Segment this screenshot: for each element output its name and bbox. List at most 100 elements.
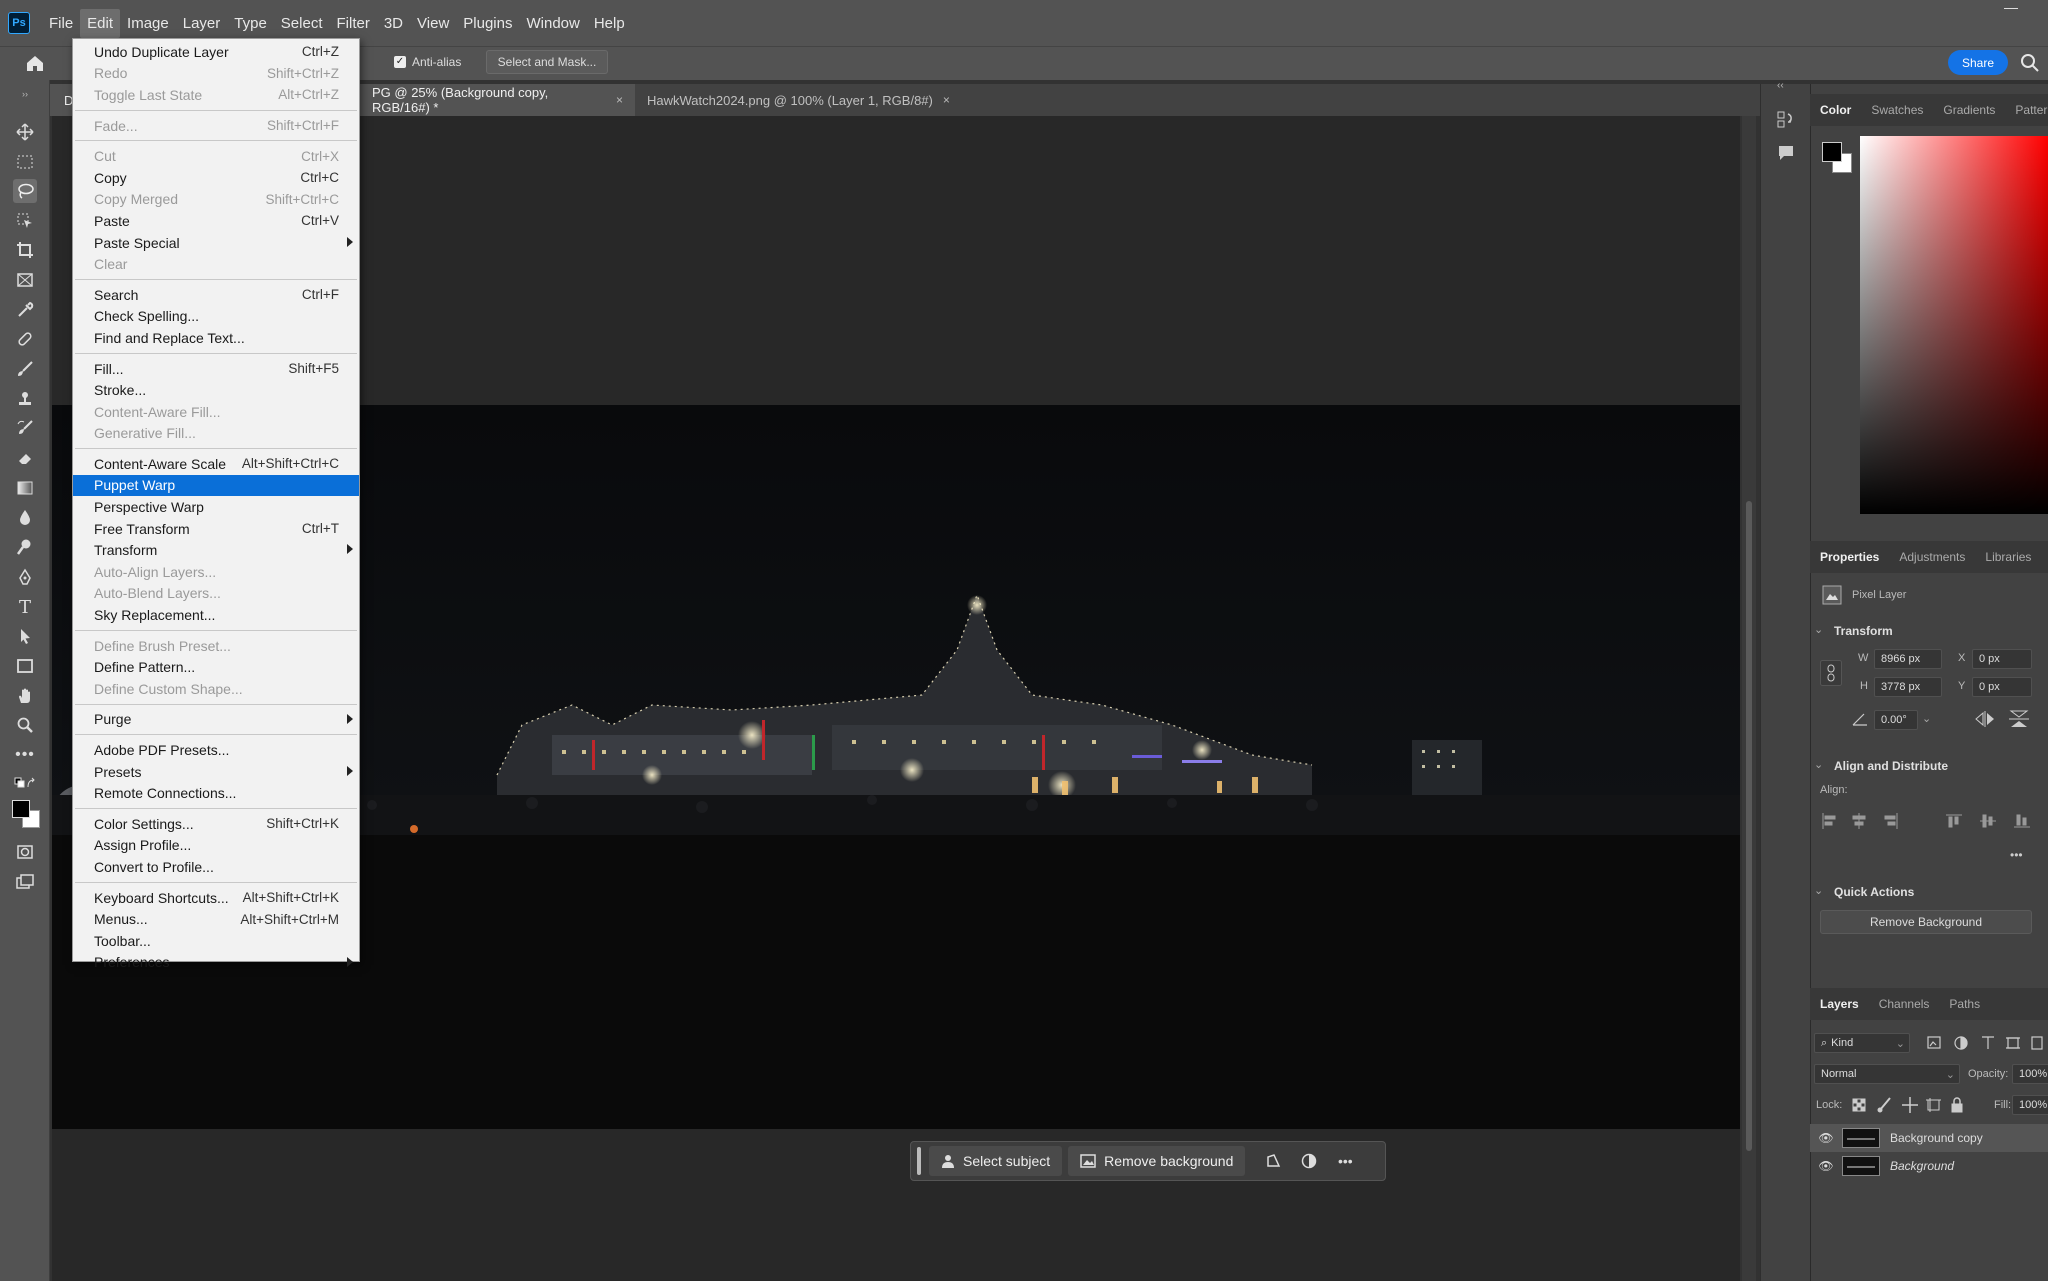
menu-view[interactable]: View: [410, 9, 456, 38]
align-vertical-center-icon[interactable]: [1980, 814, 1996, 828]
color-picker-field[interactable]: [1860, 136, 2048, 514]
tab-active-document-label[interactable]: PG @ 25% (Background copy, RGB/16#) * ×: [360, 84, 635, 116]
type-filter-icon[interactable]: [1982, 1036, 1994, 1049]
blend-mode-select[interactable]: Normal ⌄: [1814, 1064, 1960, 1084]
tab-hawkwatch[interactable]: HawkWatch2024.png @ 100% (Layer 1, RGB/8…: [635, 84, 962, 116]
minimize-icon[interactable]: [2004, 8, 2018, 9]
anti-alias-checkbox[interactable]: ✓ Anti-alias: [394, 55, 461, 69]
flip-vertical-icon[interactable]: [2008, 710, 2030, 728]
menu-select[interactable]: Select: [274, 9, 330, 38]
menu-image[interactable]: Image: [120, 9, 176, 38]
menu-filter[interactable]: Filter: [330, 9, 377, 38]
transform-icon[interactable]: [1259, 1147, 1287, 1175]
tab-paths[interactable]: Paths: [1939, 997, 1990, 1011]
rectangle-tool-icon[interactable]: [13, 654, 37, 678]
screen-mode-icon[interactable]: [13, 870, 37, 894]
menu-item-sky-replacement[interactable]: Sky Replacement...: [73, 604, 359, 626]
y-field[interactable]: 0 px: [1972, 677, 2032, 697]
lock-transparent-icon[interactable]: [1852, 1098, 1866, 1112]
scrollbar-thumb[interactable]: [1746, 501, 1752, 1151]
zoom-tool-icon[interactable]: [13, 713, 37, 737]
menu-help[interactable]: Help: [587, 9, 632, 38]
menu-item-fill[interactable]: Fill... Shift+F5: [73, 358, 359, 380]
lock-all-icon[interactable]: [1951, 1097, 1963, 1113]
tab-swatches[interactable]: Swatches: [1861, 103, 1933, 117]
menu-item-free-transform[interactable]: Free Transform Ctrl+T: [73, 518, 359, 540]
remove-background-button[interactable]: Remove background: [1068, 1146, 1246, 1176]
type-tool-icon[interactable]: T: [13, 595, 37, 619]
menu-edit[interactable]: Edit: [80, 8, 121, 38]
tab-layers[interactable]: Layers: [1810, 997, 1869, 1011]
menu-item-toolbar[interactable]: Toolbar...: [73, 930, 359, 952]
adjustment-icon[interactable]: [1295, 1147, 1323, 1175]
align-top-icon[interactable]: [1946, 814, 1962, 828]
menu-item-menus[interactable]: Menus... Alt+Shift+Ctrl+M: [73, 908, 359, 930]
menu-file[interactable]: File: [42, 9, 80, 38]
chevron-down-icon[interactable]: ⌄: [1814, 623, 1823, 636]
menu-item-paste[interactable]: Paste Ctrl+V: [73, 210, 359, 232]
lock-position-icon[interactable]: [1902, 1097, 1918, 1113]
select-and-mask-button[interactable]: Select and Mask...: [486, 50, 608, 74]
tab-color[interactable]: Color: [1810, 103, 1861, 117]
menu-item-purge[interactable]: Purge: [73, 709, 359, 731]
gradient-tool-icon[interactable]: [13, 476, 37, 500]
tab-libraries[interactable]: Libraries: [1975, 550, 2041, 564]
comments-icon[interactable]: [1777, 144, 1795, 162]
path-selection-tool-icon[interactable]: [13, 624, 37, 648]
default-colors-icon[interactable]: [13, 775, 37, 793]
close-tab-icon[interactable]: ×: [943, 93, 950, 107]
menu-item-define-pattern[interactable]: Define Pattern...: [73, 656, 359, 678]
collapse-panels-icon[interactable]: ‹‹: [1777, 80, 1784, 91]
angle-field[interactable]: 0.00°: [1874, 710, 1918, 730]
x-field[interactable]: 0 px: [1972, 649, 2032, 669]
foreground-color-chip[interactable]: [1822, 142, 1842, 162]
healing-brush-tool-icon[interactable]: [13, 327, 37, 351]
move-tool-icon[interactable]: [13, 120, 37, 144]
lasso-tool-icon[interactable]: [13, 179, 37, 203]
menu-item-perspective-warp[interactable]: Perspective Warp: [73, 496, 359, 518]
tab-properties[interactable]: Properties: [1810, 550, 1889, 564]
fill-field[interactable]: 100%: [2012, 1095, 2048, 1115]
menu-plugins[interactable]: Plugins: [456, 9, 519, 38]
tab-adjustments[interactable]: Adjustments: [1889, 550, 1975, 564]
menu-item-transform[interactable]: Transform: [73, 539, 359, 561]
menu-item-assign-profile[interactable]: Assign Profile...: [73, 835, 359, 857]
foreground-background-swatches[interactable]: [10, 796, 44, 830]
menu-item-search[interactable]: Search Ctrl+F: [73, 284, 359, 306]
history-icon[interactable]: [1777, 110, 1795, 130]
align-left-icon[interactable]: [1822, 813, 1836, 829]
angle-dropdown-icon[interactable]: ⌄: [1922, 712, 1931, 725]
share-button[interactable]: Share: [1948, 50, 2008, 75]
history-brush-tool-icon[interactable]: [13, 416, 37, 440]
menu-item-paste-special[interactable]: Paste Special: [73, 232, 359, 254]
vertical-scrollbar[interactable]: [1742, 116, 1756, 1281]
menu-item-keyboard-shortcuts[interactable]: Keyboard Shortcuts... Alt+Shift+Ctrl+K: [73, 887, 359, 909]
menu-item-presets[interactable]: Presets: [73, 761, 359, 783]
menu-item-convert-to-profile[interactable]: Convert to Profile...: [73, 856, 359, 878]
quick-remove-background-button[interactable]: Remove Background: [1820, 910, 2032, 934]
opacity-field[interactable]: 100%: [2012, 1064, 2048, 1084]
shape-filter-icon[interactable]: [2006, 1037, 2020, 1049]
menu-item-undo-duplicate-layer[interactable]: Undo Duplicate Layer Ctrl+Z: [73, 41, 359, 63]
menu-type[interactable]: Type: [227, 9, 274, 38]
eraser-tool-icon[interactable]: [13, 446, 37, 470]
link-icon[interactable]: [1820, 660, 1842, 686]
hand-tool-icon[interactable]: [13, 684, 37, 708]
menu-item-find-and-replace-text[interactable]: Find and Replace Text...: [73, 327, 359, 349]
align-bottom-icon[interactable]: [2014, 814, 2030, 828]
adjustment-filter-icon[interactable]: [1954, 1036, 1968, 1050]
menu-item-puppet-warp[interactable]: Puppet Warp: [73, 474, 359, 497]
menu-window[interactable]: Window: [519, 9, 586, 38]
task-bar-grip[interactable]: [917, 1147, 921, 1175]
tab-patterns[interactable]: Patterns: [2005, 103, 2048, 117]
chevron-down-icon[interactable]: ⌄: [1814, 758, 1823, 771]
menu-item-preferences[interactable]: Preferences: [73, 952, 359, 974]
visibility-eye-icon[interactable]: 👁: [1810, 1131, 1842, 1145]
brush-tool-icon[interactable]: [13, 357, 37, 381]
menu-item-content-aware-scale[interactable]: Content-Aware Scale Alt+Shift+Ctrl+C: [73, 453, 359, 475]
frame-tool-icon[interactable]: [13, 268, 37, 292]
blur-tool-icon[interactable]: [13, 505, 37, 529]
expand-tools-icon[interactable]: ››: [13, 89, 37, 99]
menu-item-adobe-pdf-presets[interactable]: Adobe PDF Presets...: [73, 739, 359, 761]
clone-stamp-tool-icon[interactable]: [13, 387, 37, 411]
